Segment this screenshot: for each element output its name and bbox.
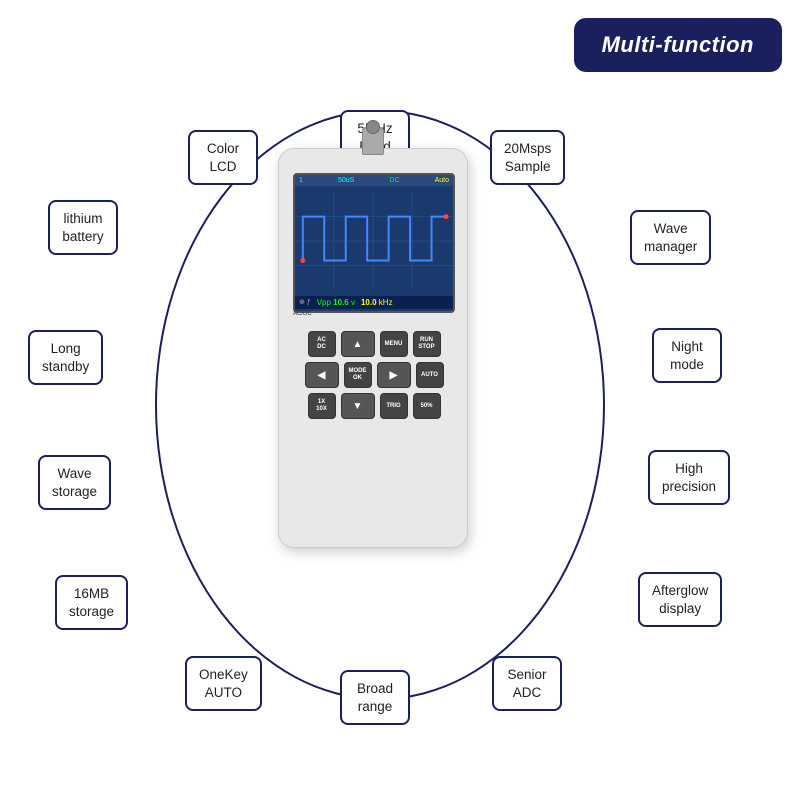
page-container: Multi-function lithiumbattery ColorLCD 5… [0, 0, 800, 800]
feature-night-mode: Nightmode [652, 328, 722, 383]
feature-label: Longstandby [42, 340, 89, 375]
btn-menu[interactable]: MENU [380, 331, 408, 357]
screen-timebase: 50uS [338, 177, 354, 184]
feature-label: OneKeyAUTO [199, 666, 248, 701]
screen-auto: Auto [435, 177, 449, 184]
btn-trig[interactable]: TRIG [380, 393, 408, 419]
device-container: 1 50uS DC Auto [268, 148, 478, 578]
feature-label: Broadrange [354, 680, 396, 715]
screen-header: 1 50uS DC Auto [295, 175, 453, 186]
screen-vpp: Vpp 10.6 v [317, 298, 355, 307]
feature-label: Afterglowdisplay [652, 582, 708, 617]
feature-afterglow: Afterglowdisplay [638, 572, 722, 627]
feature-label: 16MBstorage [69, 585, 114, 620]
device-label-area: AC/DC [293, 311, 455, 317]
feature-wave-storage: Wavestorage [38, 455, 111, 510]
btn-50[interactable]: 50% [413, 393, 441, 419]
btn-1x-10x[interactable]: 1X10X [308, 393, 336, 419]
feature-label: Highprecision [662, 460, 716, 495]
feature-label: ColorLCD [202, 140, 244, 175]
device-body: 1 50uS DC Auto [278, 148, 468, 548]
device-buttons: ACDC ▲ MENU RUNSTOP ◀ MODEOK ▶ AUTO 1X10… [289, 331, 459, 424]
screen-dc: DC [389, 177, 399, 184]
btn-down[interactable]: ▼ [341, 393, 375, 419]
btn-row-1: ACDC ▲ MENU RUNSTOP [289, 331, 459, 357]
btn-row-2: ◀ MODEOK ▶ AUTO [289, 362, 459, 388]
device-antenna [362, 127, 384, 155]
feature-label: 20MspsSample [504, 140, 551, 175]
feature-wave-manager: Wavemanager [630, 210, 711, 265]
feature-label: Wavestorage [52, 465, 97, 500]
feature-onekey-auto: OneKeyAUTO [185, 656, 262, 711]
label-ac-dc: AC/DC [293, 311, 312, 317]
screen-symbol: ⊕ ƒ [299, 298, 311, 307]
btn-left[interactable]: ◀ [305, 362, 339, 388]
screen-waveform [295, 186, 453, 296]
screen-freq: 10.0 kHz [361, 298, 393, 307]
title-badge: Multi-function [574, 18, 782, 72]
feature-20msps: 20MspsSample [490, 130, 565, 185]
feature-long-standby: Longstandby [28, 330, 103, 385]
feature-color-lcd: ColorLCD [188, 130, 258, 185]
feature-label: lithiumbattery [62, 210, 104, 245]
device-screen: 1 50uS DC Auto [293, 173, 455, 313]
feature-broad-range: Broadrange [340, 670, 410, 725]
btn-row-3: 1X10X ▼ TRIG 50% [289, 393, 459, 419]
feature-senior-adc: SeniorADC [492, 656, 562, 711]
btn-up[interactable]: ▲ [341, 331, 375, 357]
feature-16mb-storage: 16MBstorage [55, 575, 128, 630]
screen-footer: ⊕ ƒ Vpp 10.6 v 10.0 kHz [295, 296, 453, 309]
btn-mode-ok[interactable]: MODEOK [344, 362, 372, 388]
feature-label: SeniorADC [506, 666, 548, 701]
btn-right[interactable]: ▶ [377, 362, 411, 388]
feature-label: Wavemanager [644, 220, 697, 255]
btn-auto[interactable]: AUTO [416, 362, 444, 388]
screen-ch1: 1 [299, 177, 303, 184]
btn-acdx[interactable]: ACDC [308, 331, 336, 357]
feature-lithium-battery: lithiumbattery [48, 200, 118, 255]
btn-run-stop[interactable]: RUNSTOP [413, 331, 441, 357]
title-text: Multi-function [602, 32, 754, 57]
feature-high-precision: Highprecision [648, 450, 730, 505]
feature-label: Nightmode [666, 338, 708, 373]
